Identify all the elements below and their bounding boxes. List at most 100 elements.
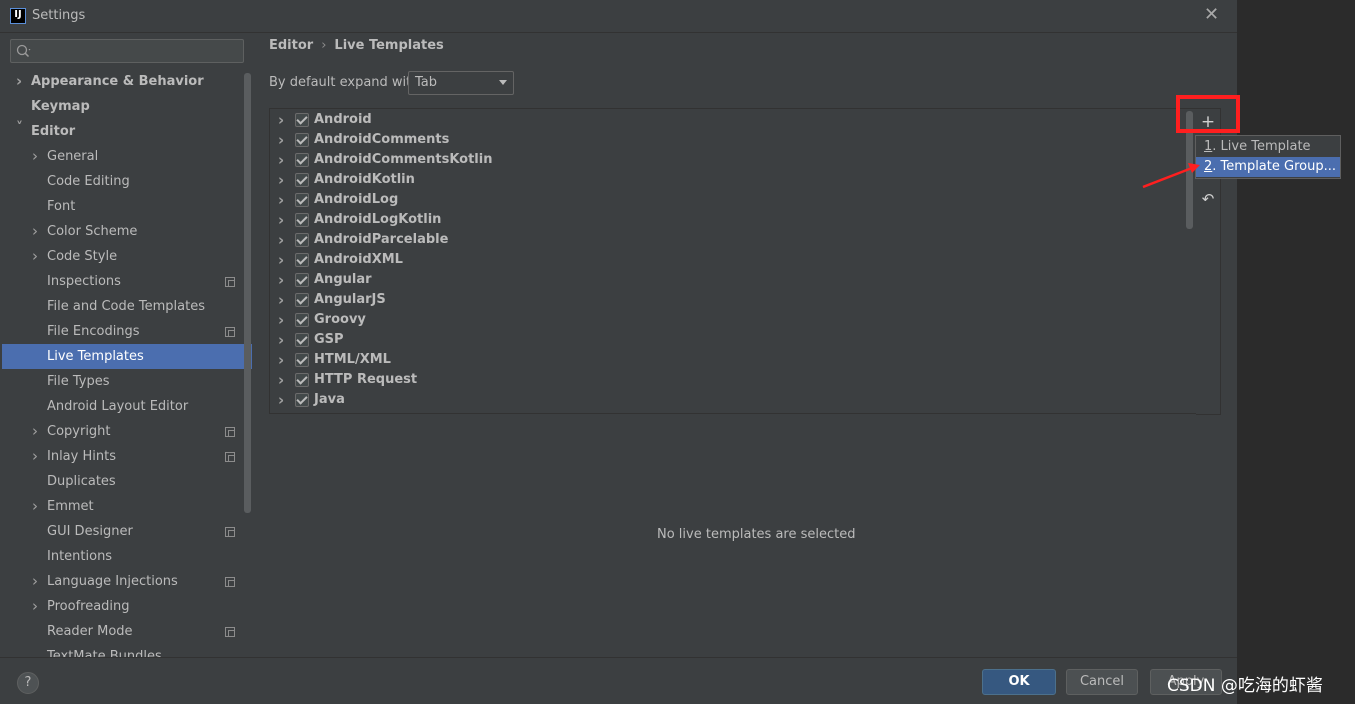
sidebar-item[interactable]: › Color Scheme <box>2 219 252 244</box>
template-group-row[interactable]: › HTTP Request <box>270 370 1190 390</box>
sidebar-item[interactable]: Inspections <box>2 269 252 294</box>
chevron-right-icon[interactable]: › <box>278 290 284 310</box>
group-checkbox[interactable] <box>295 253 309 267</box>
group-checkbox[interactable] <box>295 293 309 307</box>
template-group-row[interactable]: › AndroidXML <box>270 250 1190 270</box>
group-checkbox[interactable] <box>295 153 309 167</box>
chevron-right-icon[interactable]: › <box>278 270 284 290</box>
template-group-row[interactable]: › GSP <box>270 330 1190 350</box>
chevron-right-icon[interactable]: › <box>32 569 38 594</box>
ok-button[interactable]: OK <box>982 669 1056 695</box>
sidebar-item-label: File Types <box>47 374 110 389</box>
restore-defaults-icon[interactable]: ↶ <box>1200 191 1216 207</box>
group-checkbox[interactable] <box>295 273 309 287</box>
chevron-right-icon[interactable]: › <box>32 419 38 444</box>
chevron-right-icon[interactable]: › <box>32 244 38 269</box>
live-templates-panel: Editor › Live Templates By default expand … <box>252 33 1237 657</box>
chevron-right-icon[interactable]: › <box>32 594 38 619</box>
template-group-row[interactable]: › AndroidComments <box>270 130 1190 150</box>
sidebar-item[interactable]: › Copyright <box>2 419 252 444</box>
chevron-right-icon[interactable]: › <box>278 370 284 390</box>
group-checkbox[interactable] <box>295 333 309 347</box>
sidebar-item[interactable]: › Code Style <box>2 244 252 269</box>
sidebar-item[interactable]: File Encodings <box>2 319 252 344</box>
template-group-row[interactable]: › Angular <box>270 270 1190 290</box>
group-checkbox[interactable] <box>295 313 309 327</box>
group-checkbox[interactable] <box>295 173 309 187</box>
chevron-right-icon[interactable]: › <box>278 390 284 410</box>
sidebar-item[interactable]: File and Code Templates <box>2 294 252 319</box>
chevron-right-icon[interactable]: › <box>278 170 284 190</box>
chevron-right-icon[interactable]: › <box>278 190 284 210</box>
group-checkbox[interactable] <box>295 373 309 387</box>
sidebar-item[interactable]: › Emmet <box>2 494 252 519</box>
sidebar-item[interactable]: Android Layout Editor <box>2 394 252 419</box>
template-group-row[interactable]: › AndroidParcelable <box>270 230 1190 250</box>
search-input[interactable] <box>10 39 244 63</box>
template-group-row[interactable]: › AndroidLog <box>270 190 1190 210</box>
chevron-right-icon[interactable]: › <box>32 494 38 519</box>
group-checkbox[interactable] <box>295 353 309 367</box>
chevron-right-icon[interactable]: › <box>32 444 38 469</box>
chevron-right-icon[interactable]: › <box>278 210 284 230</box>
template-group-row[interactable]: › AndroidCommentsKotlin <box>270 150 1190 170</box>
template-group-row[interactable]: › HTML/XML <box>270 350 1190 370</box>
sidebar-item[interactable]: TextMate Bundles <box>2 644 252 657</box>
help-button[interactable]: ? <box>17 672 39 694</box>
menu-item-live-template[interactable]: 1. Live Template <box>1196 137 1340 157</box>
sidebar-item-label: Android Layout Editor <box>47 399 189 414</box>
chevron-down-icon[interactable]: ˅ <box>16 116 23 141</box>
sidebar-item[interactable]: › Inlay Hints <box>2 444 252 469</box>
title-bar: IJ Settings ✕ <box>0 0 1237 33</box>
chevron-right-icon[interactable]: › <box>16 69 22 94</box>
chevron-right-icon[interactable]: › <box>278 230 284 250</box>
group-checkbox[interactable] <box>295 193 309 207</box>
chevron-right-icon[interactable]: › <box>278 130 284 150</box>
sidebar-item-label: Inlay Hints <box>47 449 116 464</box>
cancel-button[interactable]: Cancel <box>1066 669 1138 695</box>
sidebar-item[interactable]: Intentions <box>2 544 252 569</box>
sidebar-item[interactable]: ˅ Editor <box>2 119 252 144</box>
chevron-right-icon[interactable]: › <box>278 350 284 370</box>
template-group-name: GSP <box>314 332 344 347</box>
sidebar-item[interactable]: › Proofreading <box>2 594 252 619</box>
sidebar-item[interactable]: GUI Designer <box>2 519 252 544</box>
template-group-row[interactable]: › AndroidKotlin <box>270 170 1190 190</box>
group-checkbox[interactable] <box>295 133 309 147</box>
chevron-right-icon[interactable]: › <box>278 310 284 330</box>
breadcrumb-separator: › <box>321 38 327 53</box>
sidebar-item[interactable]: › Appearance & Behavior <box>2 69 252 94</box>
sidebar-item[interactable]: Duplicates <box>2 469 252 494</box>
chevron-right-icon[interactable]: › <box>278 250 284 270</box>
sidebar-item[interactable]: File Types <box>2 369 252 394</box>
sidebar-item[interactable]: Code Editing <box>2 169 252 194</box>
sidebar-item[interactable]: Reader Mode <box>2 619 252 644</box>
expand-with-select[interactable]: Tab <box>408 71 514 95</box>
template-group-row[interactable]: › Java <box>270 390 1190 410</box>
close-icon[interactable]: ✕ <box>1204 4 1219 25</box>
template-group-name: AndroidCommentsKotlin <box>314 152 493 167</box>
sidebar-item[interactable]: Keymap <box>2 94 252 119</box>
sidebar-item[interactable]: Font <box>2 194 252 219</box>
group-checkbox[interactable] <box>295 213 309 227</box>
chevron-right-icon[interactable]: › <box>278 150 284 170</box>
chevron-right-icon[interactable]: › <box>32 219 38 244</box>
chevron-right-icon[interactable]: › <box>32 144 38 169</box>
group-checkbox[interactable] <box>295 233 309 247</box>
template-group-row[interactable]: › AngularJS <box>270 290 1190 310</box>
sidebar-scrollbar[interactable] <box>244 73 251 513</box>
chevron-right-icon[interactable]: › <box>278 330 284 350</box>
menu-item-template-group[interactable]: 2. Template Group... <box>1196 157 1340 177</box>
template-group-row[interactable]: › Android <box>270 110 1190 130</box>
chevron-right-icon[interactable]: › <box>278 110 284 130</box>
sidebar-item[interactable]: Live Templates <box>2 344 252 369</box>
template-group-row[interactable]: › AndroidLogKotlin <box>270 210 1190 230</box>
breadcrumb-editor[interactable]: Editor <box>269 38 313 53</box>
sidebar-item-label: Duplicates <box>47 474 116 489</box>
sidebar-item[interactable]: › General <box>2 144 252 169</box>
group-checkbox[interactable] <box>295 113 309 127</box>
group-checkbox[interactable] <box>295 393 309 407</box>
sidebar-item[interactable]: › Language Injections <box>2 569 252 594</box>
sidebar-item-label: Reader Mode <box>47 624 133 639</box>
template-group-row[interactable]: › Groovy <box>270 310 1190 330</box>
